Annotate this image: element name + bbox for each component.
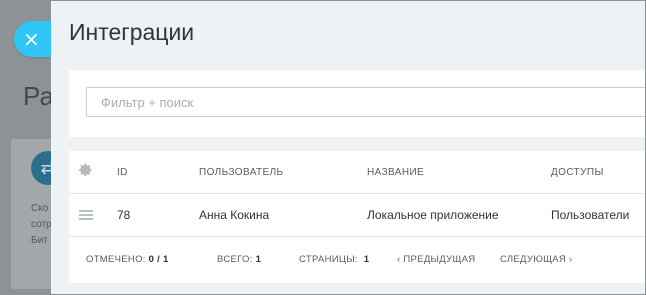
filter-bar xyxy=(69,70,645,137)
next-page-button[interactable]: СЛЕДУЮЩАЯ › xyxy=(500,254,573,265)
total-label: ВСЕГО: xyxy=(217,254,253,265)
selected-value: 0 / 1 xyxy=(148,254,169,265)
selected-count: ОТМЕЧЕНО: 0 / 1 xyxy=(86,254,169,265)
cell-id: 78 xyxy=(117,208,131,222)
close-slider-button[interactable]: × xyxy=(14,21,51,57)
column-header-id[interactable]: ID xyxy=(117,167,128,178)
gear-icon[interactable] xyxy=(79,163,93,177)
pages-value[interactable]: 1 xyxy=(364,254,370,265)
table-row[interactable]: 78 Анна Кокина Локальное приложение Поль… xyxy=(69,194,645,237)
previous-label: ПРЕДЫДУЩАЯ xyxy=(403,254,476,265)
column-header-access[interactable]: ДОСТУПЫ xyxy=(551,167,604,178)
background-card-line: сотр xyxy=(31,219,52,230)
cell-access: Пользователи xyxy=(551,208,630,222)
search-input[interactable] xyxy=(86,87,645,117)
table-header: ID ПОЛЬЗОВАТЕЛЬ НАЗВАНИЕ ДОСТУПЫ xyxy=(69,151,645,194)
table-footer: ОТМЕЧЕНО: 0 / 1 ВСЕГО: 1 СТРАНИЦЫ: 1 ‹ П… xyxy=(69,237,645,283)
previous-page-button[interactable]: ‹ ПРЕДЫДУЩАЯ xyxy=(397,254,475,265)
integrations-table: ID ПОЛЬЗОВАТЕЛЬ НАЗВАНИЕ ДОСТУПЫ 78 Анна… xyxy=(69,151,645,283)
chevron-right-icon: › xyxy=(569,254,573,265)
background-page-title: Ра xyxy=(23,81,54,111)
cell-user[interactable]: Анна Кокина xyxy=(199,208,269,222)
background-card-text: Ско сотр Бит xyxy=(31,201,52,249)
row-menu-icon[interactable] xyxy=(79,210,93,220)
total-value: 1 xyxy=(255,254,262,265)
column-header-name[interactable]: НАЗВАНИЕ xyxy=(367,167,424,178)
window-frame: Ра ⇄ Ско сотр Бит × Интеграции ID ПОЛЬЗО… xyxy=(0,0,646,295)
selected-label: ОТМЕЧЕНО: xyxy=(86,254,146,265)
page-title: Интеграции xyxy=(69,19,195,45)
background-card-line: Бит xyxy=(31,235,48,246)
cell-name[interactable]: Локальное приложение xyxy=(367,208,499,222)
background-card-line: Ско xyxy=(31,203,49,214)
total-count: ВСЕГО: 1 xyxy=(217,254,261,265)
integrations-panel: Интеграции ID ПОЛЬЗОВАТЕЛЬ НАЗВАНИЕ ДОСТ… xyxy=(51,1,645,294)
column-header-user[interactable]: ПОЛЬЗОВАТЕЛЬ xyxy=(199,167,284,178)
pages-info: СТРАНИЦЫ: 1 xyxy=(299,254,369,265)
chevron-left-icon: ‹ xyxy=(397,254,401,265)
pages-label: СТРАНИЦЫ: xyxy=(299,254,358,265)
close-icon: × xyxy=(23,27,40,51)
next-label: СЛЕДУЮЩАЯ xyxy=(500,254,567,265)
